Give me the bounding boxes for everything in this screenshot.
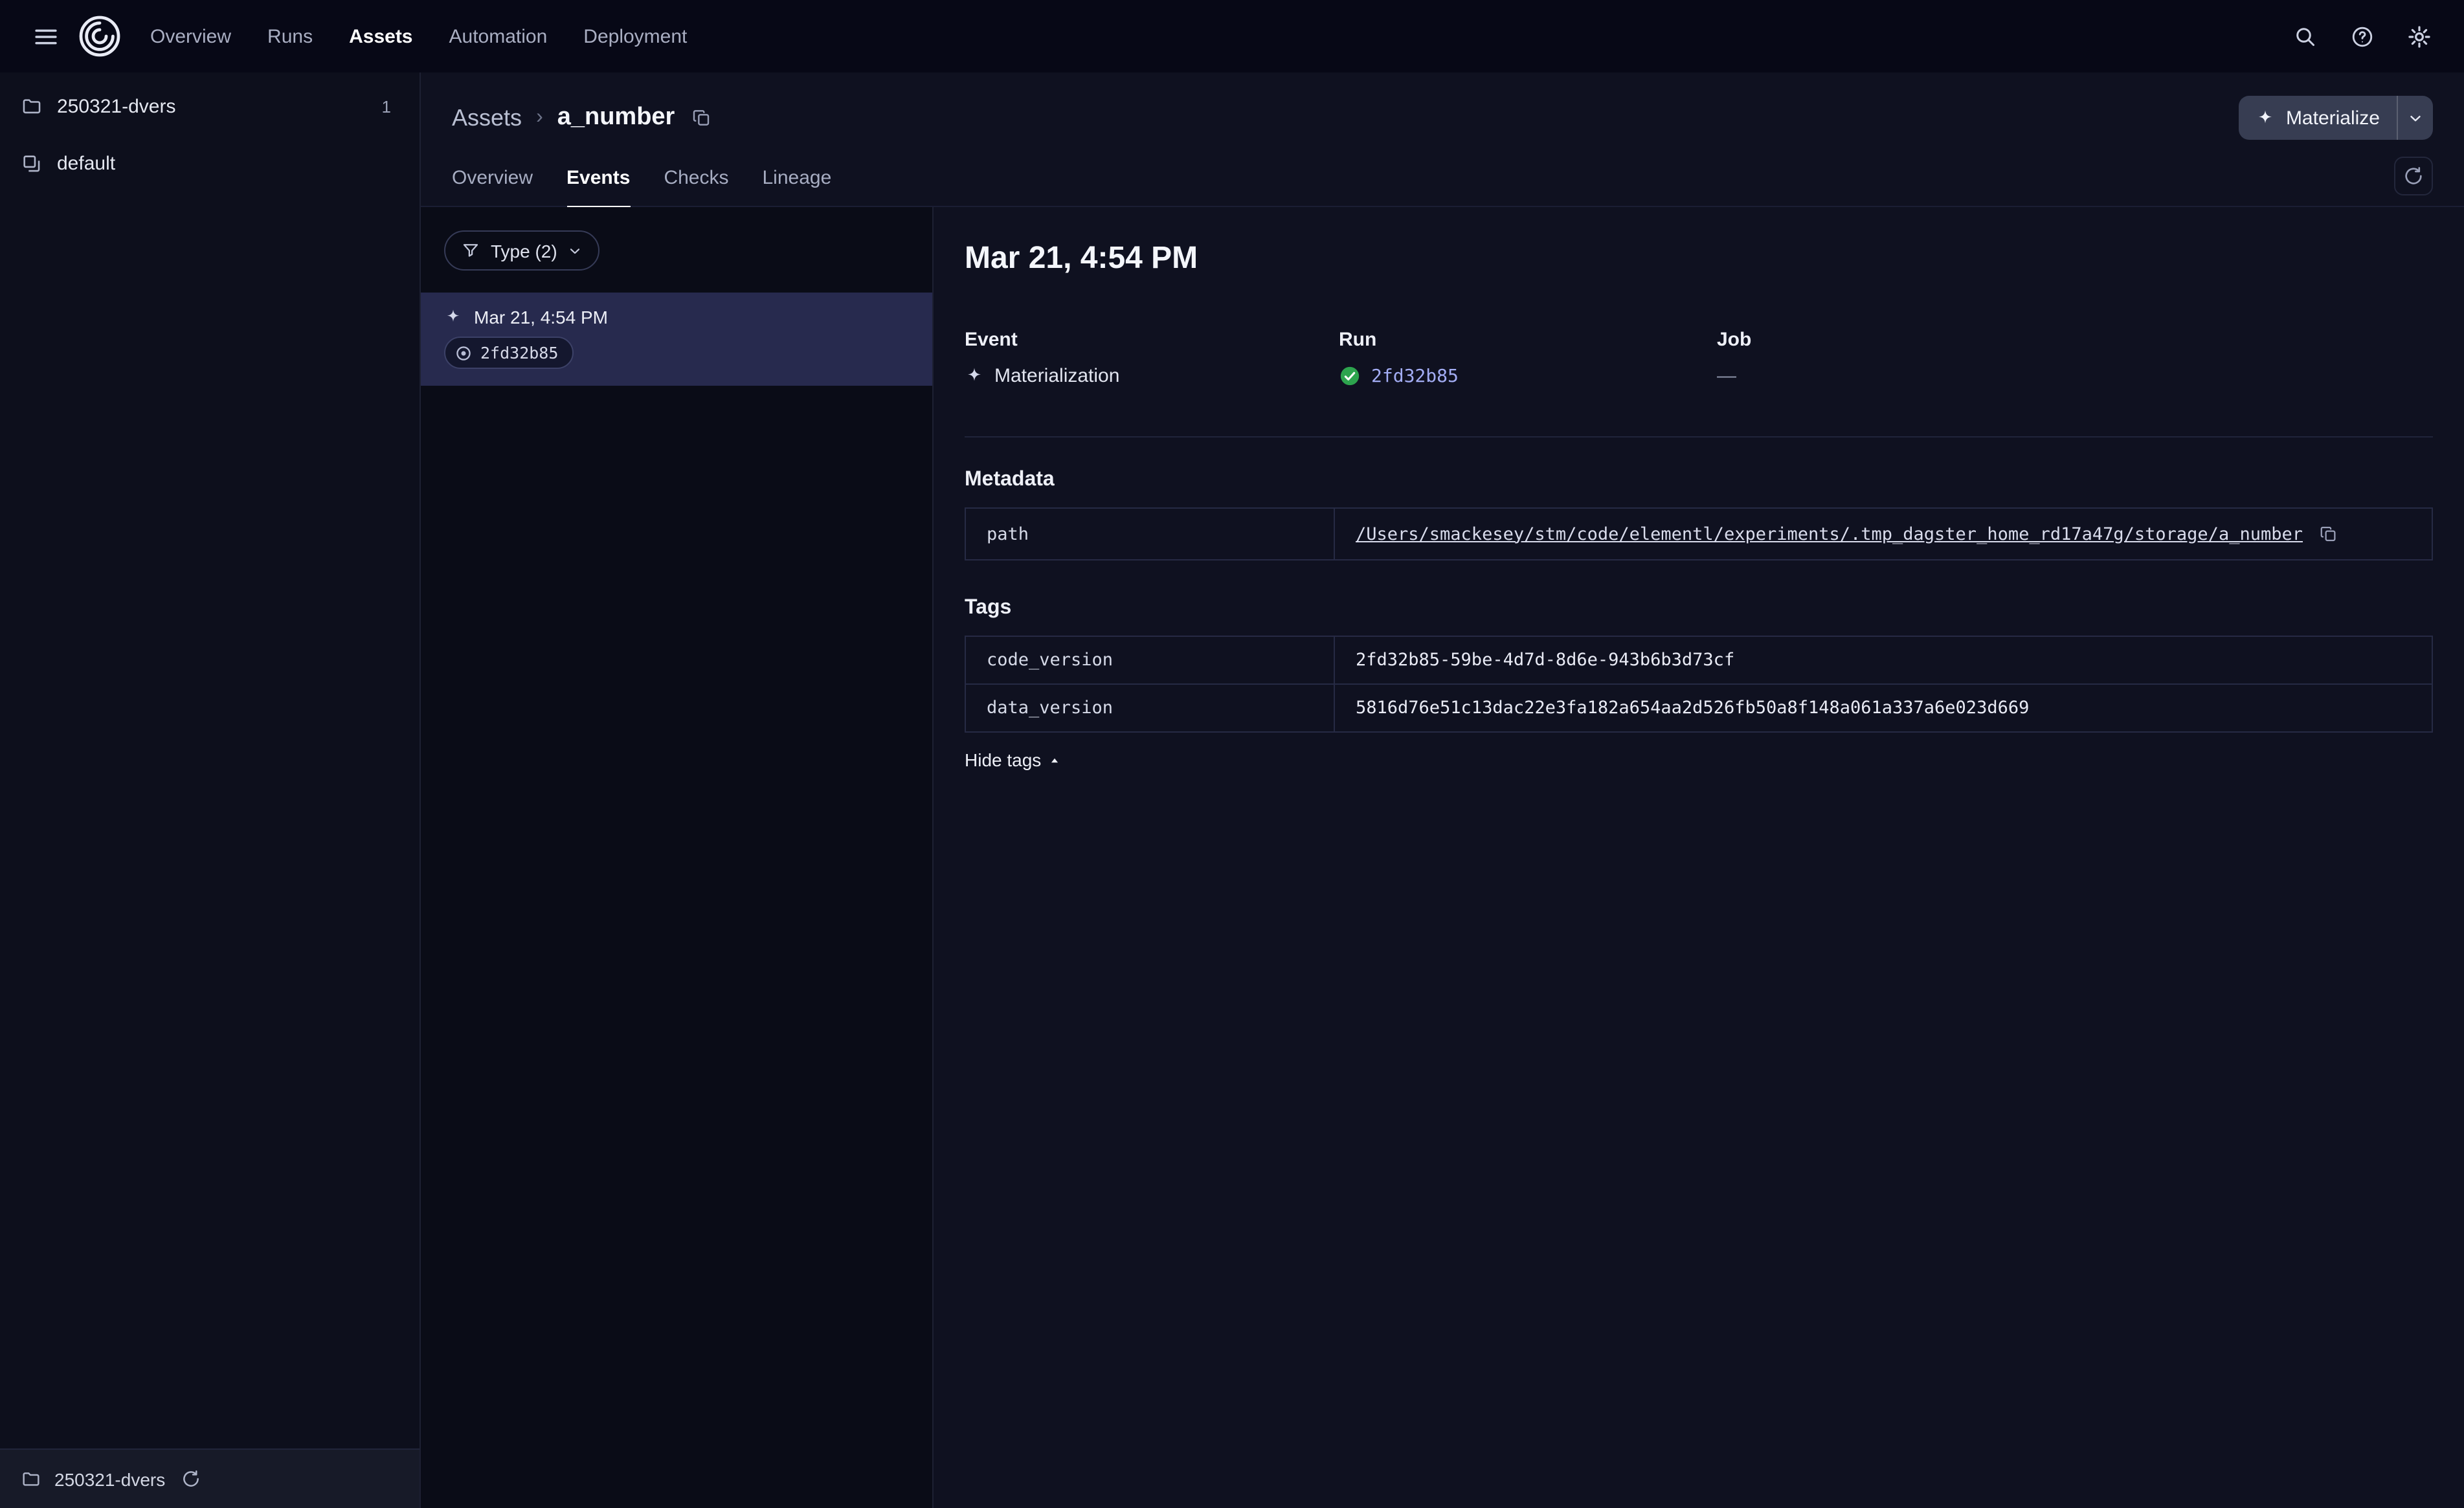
breadcrumb-separator: ›	[536, 106, 543, 128]
table-row: code_version 2fd32b85-59be-4d7d-8d6e-943…	[966, 637, 2432, 683]
reload-location-button[interactable]	[178, 1467, 203, 1491]
sync-icon	[183, 1470, 199, 1487]
nav-link-deployment[interactable]: Deployment	[583, 25, 687, 47]
run-id-link[interactable]: 2fd32b85	[1371, 366, 1459, 386]
metadata-section-title: Metadata	[965, 469, 1055, 491]
sidebar-item-default-group[interactable]: default	[0, 135, 420, 192]
tab-checks[interactable]: Checks	[664, 167, 728, 208]
folder-icon	[23, 1472, 39, 1485]
event-info-grid: Event Materialization Run 2fd32b85 Job —	[965, 329, 2433, 387]
search-icon	[2296, 28, 2314, 46]
materialize-label: Materialize	[2285, 107, 2380, 129]
top-nav: Overview Runs Assets Automation Deployme…	[0, 0, 2464, 72]
copy-asset-name-button[interactable]	[689, 105, 715, 131]
sidebar-item-code-location[interactable]: 250321-dvers 1	[0, 78, 420, 135]
app-root: Overview Runs Assets Automation Deployme…	[0, 0, 2464, 1508]
menu-button[interactable]	[23, 14, 67, 58]
tab-events[interactable]: Events	[566, 167, 631, 208]
refresh-button[interactable]	[2394, 157, 2433, 195]
event-timestamp: Mar 21, 4:54 PM	[474, 307, 608, 327]
tag-value: 2fd32b85-59be-4d7d-8d6e-943b6b3d73cf	[1356, 650, 1735, 671]
filter-label: Type (2)	[491, 240, 557, 261]
main-content: Assets › a_number Materialize Overview E…	[421, 72, 2464, 1508]
nav-link-overview[interactable]: Overview	[150, 25, 231, 47]
event-heading: Mar 21, 4:54 PM	[965, 241, 1198, 276]
chevron-down-icon	[570, 248, 580, 254]
run-id-pill[interactable]: 2fd32b85	[444, 337, 574, 369]
events-panel: Type (2) Mar 21, 4:54 PM 2fd32b85	[421, 207, 934, 1508]
tab-overview[interactable]: Overview	[452, 167, 533, 208]
copy-path-button[interactable]	[2316, 522, 2340, 546]
tags-table: code_version 2fd32b85-59be-4d7d-8d6e-943…	[965, 636, 2433, 733]
run-id-label: 2fd32b85	[480, 343, 559, 362]
page-title: a_number	[557, 104, 675, 131]
caret-up-icon	[1051, 757, 1058, 762]
folder-icon	[23, 98, 41, 113]
job-empty-value: —	[1717, 365, 1736, 387]
sidebar-footer: 250321-dvers	[0, 1448, 420, 1508]
run-success-icon	[1340, 366, 1360, 386]
nav-link-automation[interactable]: Automation	[449, 25, 548, 47]
materialize-button[interactable]: Materialize	[2239, 96, 2397, 140]
tabs-row: Overview Events Checks Lineage	[452, 157, 2433, 208]
materialize-dropdown-button[interactable]	[2397, 96, 2433, 140]
job-column-label: Job	[1717, 329, 1752, 351]
hide-tags-label: Hide tags	[965, 749, 1042, 770]
tag-key: code_version	[966, 637, 1335, 683]
copy-icon	[2320, 526, 2335, 542]
table-row: path /Users/smackesey/stm/code/elementl/…	[966, 509, 2432, 559]
main-nav-links: Overview Runs Assets Automation Deployme…	[150, 25, 687, 47]
type-filter-button[interactable]: Type (2)	[444, 230, 600, 271]
asset-group-icon	[23, 155, 40, 172]
event-type-value: Materialization	[994, 365, 1120, 387]
section-divider	[965, 436, 2433, 438]
asset-tabs: Overview Events Checks Lineage	[452, 167, 2394, 208]
filter-icon	[463, 244, 478, 257]
materialization-icon	[447, 309, 460, 322]
nav-link-runs[interactable]: Runs	[267, 25, 313, 47]
tag-key: data_version	[966, 685, 1335, 731]
sidebar: 250321-dvers 1 default 250321-dvers	[0, 72, 421, 1508]
run-target-icon	[456, 346, 471, 360]
run-column-label: Run	[1339, 329, 1377, 351]
asset-count-badge: 1	[381, 96, 391, 116]
hide-tags-button[interactable]: Hide tags	[965, 749, 1062, 770]
event-details-panel: Mar 21, 4:54 PM Event Materialization Ru…	[934, 207, 2464, 1508]
tab-lineage[interactable]: Lineage	[763, 167, 832, 208]
gear-icon	[2408, 25, 2430, 47]
help-icon	[2351, 26, 2372, 47]
event-column-label: Event	[965, 329, 1018, 351]
breadcrumb-assets-link[interactable]: Assets	[452, 104, 522, 131]
sidebar-item-label: 250321-dvers	[57, 95, 176, 117]
code-location-name: 250321-dvers	[54, 1469, 166, 1489]
sync-icon	[2405, 167, 2422, 184]
breadcrumb: Assets › a_number	[452, 104, 715, 132]
page-header: Assets › a_number Materialize Overview E…	[421, 72, 2464, 208]
chevron-down-icon	[2410, 115, 2421, 121]
nav-link-assets[interactable]: Assets	[349, 25, 412, 47]
help-button[interactable]	[2340, 14, 2384, 58]
event-list-item[interactable]: Mar 21, 4:54 PM 2fd32b85	[421, 293, 932, 386]
metadata-table: path /Users/smackesey/stm/code/elementl/…	[965, 507, 2433, 560]
sidebar-item-label: default	[57, 152, 116, 174]
content-split: Type (2) Mar 21, 4:54 PM 2fd32b85 Mar 21…	[421, 207, 2464, 1508]
topnav-actions	[2283, 14, 2441, 58]
table-row: data_version 5816d76e51c13dac22e3fa182a6…	[966, 683, 2432, 731]
dagster-logo-icon	[79, 16, 120, 57]
dagster-logo[interactable]	[75, 12, 124, 61]
copy-icon	[693, 110, 710, 126]
metadata-key: path	[966, 509, 1335, 559]
metadata-path-link[interactable]: /Users/smackesey/stm/code/elementl/exper…	[1356, 524, 2303, 544]
sparkle-icon	[2259, 109, 2272, 123]
materialize-split-button: Materialize	[2239, 96, 2433, 140]
settings-button[interactable]	[2397, 14, 2441, 58]
search-button[interactable]	[2283, 14, 2327, 58]
event-list: Mar 21, 4:54 PM 2fd32b85	[421, 293, 932, 386]
hamburger-icon	[34, 28, 56, 44]
materialization-icon	[968, 368, 981, 381]
tag-value: 5816d76e51c13dac22e3fa182a654aa2d526fb50…	[1356, 698, 2030, 718]
tags-section-title: Tags	[965, 597, 1012, 619]
